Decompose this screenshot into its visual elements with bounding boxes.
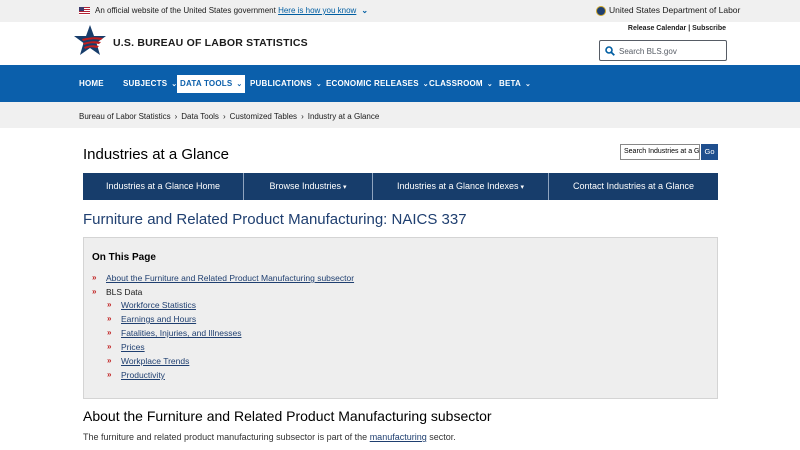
industries-search-input[interactable]: Search Industries at a Glance: [620, 144, 700, 160]
subnav-indexes[interactable]: Industries at a Glance Indexes ▾: [373, 173, 549, 200]
nav-beta-label: BETA: [499, 79, 521, 88]
bls-data-label: BLS Data: [106, 287, 143, 297]
how-you-know-link[interactable]: Here is how you know: [278, 6, 356, 15]
list-item: » BLS Data: [92, 287, 143, 297]
search-placeholder: Search BLS.gov: [619, 47, 677, 56]
about-paragraph: The furniture and related product manufa…: [83, 432, 456, 442]
list-item: » Productivity: [107, 370, 165, 380]
about-heading: About the Furniture and Related Product …: [83, 408, 492, 424]
subnav-browse-industries[interactable]: Browse Industries ▾: [244, 173, 373, 200]
fatalities-injuries-link[interactable]: Fatalities, Injuries, and Illnesses: [121, 328, 241, 338]
bullet-icon: »: [92, 287, 97, 296]
chevron-down-icon: ⌄: [524, 81, 532, 88]
page-title: Industries at a Glance: [83, 146, 229, 163]
breadcrumb-bar: Bureau of Labor Statistics › Data Tools › Cu…: [0, 102, 800, 128]
official-site-text: An official website of the United States…: [95, 6, 276, 15]
search-icon[interactable]: [605, 46, 615, 56]
chevron-down-icon[interactable]: ⌄: [361, 6, 368, 15]
site-title[interactable]: U.S. BUREAU OF LABOR STATISTICS: [113, 37, 308, 49]
breadcrumb-customized-tables[interactable]: Customized Tables: [230, 112, 297, 121]
breadcrumb-separator: ›: [174, 112, 178, 121]
breadcrumb: Bureau of Labor Statistics › Data Tools › Cu…: [79, 112, 379, 121]
nav-home-label: HOME: [79, 79, 104, 88]
us-flag-icon: [79, 7, 90, 15]
bls-logo-icon[interactable]: [73, 24, 107, 58]
release-calendar-link[interactable]: Release Calendar: [628, 25, 686, 32]
subnav-home[interactable]: Industries at a Glance Home: [83, 173, 244, 200]
chevron-down-icon: ⌄: [236, 81, 243, 88]
subnav-browse-label: Browse Industries: [269, 181, 341, 191]
workforce-statistics-link[interactable]: Workforce Statistics: [121, 300, 196, 310]
gov-banner-text: An official website of the United States…: [95, 6, 368, 15]
earnings-hours-link[interactable]: Earnings and Hours: [121, 314, 196, 324]
nav-home[interactable]: HOME: [77, 76, 106, 92]
list-item: » Workplace Trends: [107, 356, 189, 366]
breadcrumb-bls[interactable]: Bureau of Labor Statistics: [79, 112, 171, 121]
subscribe-link[interactable]: Subscribe: [692, 25, 726, 32]
about-subsector-link[interactable]: About the Furniture and Related Product …: [106, 273, 354, 283]
bullet-icon: »: [107, 370, 112, 379]
breadcrumb-separator: ›: [222, 112, 226, 121]
caret-down-icon: ▾: [520, 184, 525, 191]
breadcrumb-industry-at-a-glance[interactable]: Industry at a Glance: [308, 112, 380, 121]
productivity-link[interactable]: Productivity: [121, 370, 165, 380]
workplace-trends-link[interactable]: Workplace Trends: [121, 356, 189, 366]
go-button[interactable]: Go: [701, 144, 718, 160]
list-item: » Workforce Statistics: [107, 300, 196, 310]
prices-link[interactable]: Prices: [121, 342, 145, 352]
industry-title: Furniture and Related Product Manufactur…: [83, 211, 467, 228]
list-item: » About the Furniture and Related Produc…: [92, 273, 354, 283]
site-search-input[interactable]: Search BLS.gov: [599, 40, 727, 61]
subnav-indexes-label: Industries at a Glance Indexes: [396, 181, 519, 191]
on-this-page-title: On This Page: [92, 252, 156, 263]
list-item: » Prices: [107, 342, 145, 352]
subnav-contact[interactable]: Contact Industries at a Glance: [549, 173, 718, 200]
utility-links: Release Calendar | Subscribe: [628, 25, 726, 32]
bullet-icon: »: [107, 314, 112, 323]
bullet-icon: »: [107, 328, 112, 337]
nav-data-tools-label: DATA TOOLS: [180, 79, 233, 88]
about-text-before: The furniture and related product manufa…: [83, 432, 368, 442]
about-text-after: sector.: [429, 432, 456, 442]
industries-sub-nav: Industries at a Glance Home Browse Indus…: [83, 173, 718, 200]
bullet-icon: »: [107, 342, 112, 351]
nav-beta[interactable]: BETA ⌄: [497, 76, 533, 92]
dol-seal-icon: [596, 6, 606, 16]
manufacturing-link[interactable]: manufacturing: [370, 432, 427, 442]
nav-subjects-label: SUBJECTS: [123, 79, 168, 88]
caret-down-icon: ▾: [343, 184, 347, 191]
chevron-down-icon: ⌄: [315, 81, 322, 88]
nav-publications-label: PUBLICATIONS: [250, 79, 312, 88]
nav-data-tools[interactable]: DATA TOOLS ⌄: [177, 75, 246, 93]
breadcrumb-separator: ›: [301, 112, 304, 121]
list-item: » Fatalities, Injuries, and Illnesses: [107, 328, 241, 338]
bullet-icon: »: [92, 273, 97, 282]
breadcrumb-data-tools[interactable]: Data Tools: [181, 112, 219, 121]
list-item: » Earnings and Hours: [107, 314, 196, 324]
main-nav: HOME SUBJECTS ⌄ DATA TOOLS ⌄ PUBLICATIONS ⌄…: [0, 65, 800, 102]
bullet-icon: »: [107, 356, 112, 365]
bullet-icon: »: [107, 300, 112, 309]
nav-economic-releases[interactable]: ECONOMIC RELEASES ⌄: [324, 76, 431, 92]
nav-publications[interactable]: PUBLICATIONS ⌄: [248, 76, 324, 92]
dol-link[interactable]: United States Department of Labor: [609, 5, 740, 15]
gov-banner: An official website of the United States…: [0, 0, 800, 22]
chevron-down-icon: ⌄: [486, 81, 493, 88]
subnav-contact-label: Contact Industries at a Glance: [572, 181, 695, 191]
nav-subjects[interactable]: SUBJECTS ⌄: [121, 76, 179, 92]
subnav-home-label: Industries at a Glance Home: [105, 181, 221, 191]
on-this-page-box: On This Page » About the Furniture and R…: [83, 237, 718, 399]
nav-economic-releases-label: ECONOMIC RELEASES: [326, 79, 419, 88]
utility-divider: |: [688, 25, 691, 32]
nav-classroom-label: CLASSROOM: [429, 79, 483, 88]
nav-classroom[interactable]: CLASSROOM ⌄: [427, 76, 495, 92]
